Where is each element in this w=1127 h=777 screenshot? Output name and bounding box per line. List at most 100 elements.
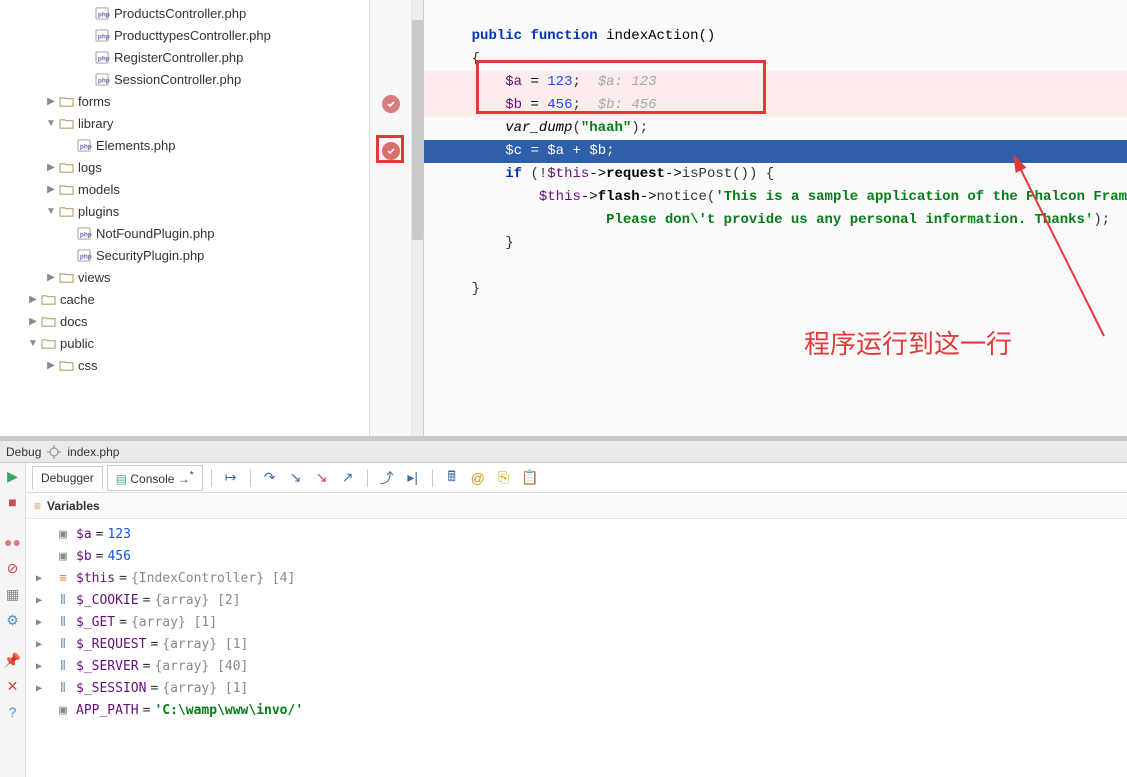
- code-line[interactable]: public function indexAction(): [424, 25, 1127, 48]
- run-to-cursor-icon[interactable]: ▸|: [402, 467, 424, 489]
- php-file-icon: php: [94, 72, 110, 86]
- tree-folder[interactable]: ▶docs: [0, 310, 369, 332]
- chevron-icon[interactable]: ▶: [44, 360, 58, 371]
- variable-row[interactable]: ▶≡$this = {IndexController} [4]: [26, 567, 1127, 589]
- tree-label: css: [78, 358, 98, 373]
- more-icon[interactable]: 📋: [519, 467, 541, 489]
- tree-label: models: [78, 182, 120, 197]
- view-breakpoints-icon[interactable]: ●●: [4, 533, 22, 551]
- tab-console[interactable]: ▤ Console →*: [107, 465, 203, 491]
- tree-file[interactable]: phpProducttypesController.php: [0, 24, 369, 46]
- settings-icon[interactable]: ⚙: [4, 611, 22, 629]
- folder-icon: [58, 358, 74, 372]
- variable-row[interactable]: ▶⦀$_REQUEST = {array} [1]: [26, 633, 1127, 655]
- code-line[interactable]: {: [424, 48, 1127, 71]
- tree-folder[interactable]: ▶views: [0, 266, 369, 288]
- variables-list[interactable]: ▣$a = 123▣$b = 456▶≡$this = {IndexContro…: [26, 519, 1127, 777]
- variable-row[interactable]: ▶⦀$_GET = {array} [1]: [26, 611, 1127, 633]
- step-out-icon[interactable]: ↗: [337, 467, 359, 489]
- chevron-icon[interactable]: ▶: [44, 272, 58, 283]
- chevron-icon[interactable]: ▶: [36, 595, 50, 606]
- code-line[interactable]: $this->flash->notice('This is a sample a…: [424, 186, 1127, 209]
- variable-name: $b: [76, 549, 92, 564]
- tree-file[interactable]: php SecurityPlugin.php: [0, 244, 369, 266]
- tree-label: public: [60, 336, 94, 351]
- php-file-icon: php: [76, 248, 92, 262]
- tree-file[interactable]: phpElements.php: [0, 134, 369, 156]
- chevron-icon[interactable]: ▶: [36, 617, 50, 628]
- variable-type-icon: ⦀: [54, 659, 72, 674]
- code-line[interactable]: $a = 123; $a: 123: [424, 71, 1127, 94]
- chevron-icon[interactable]: ▶: [36, 661, 50, 672]
- chevron-icon[interactable]: ▼: [44, 206, 58, 217]
- chevron-icon[interactable]: ▶: [26, 316, 40, 327]
- variable-row[interactable]: ▣APP_PATH = 'C:\wamp\www\invo/': [26, 699, 1127, 721]
- mute-breakpoints-icon[interactable]: ⊘: [4, 559, 22, 577]
- code-line[interactable]: if (!$this->request->isPost()) {: [424, 163, 1127, 186]
- tree-folder[interactable]: ▶cache: [0, 288, 369, 310]
- tree-folder[interactable]: ▶ models: [0, 178, 369, 200]
- drop-frame-icon[interactable]: ⤴: [376, 467, 398, 489]
- tree-folder[interactable]: ▼ public: [0, 332, 369, 354]
- tab-debugger[interactable]: Debugger: [32, 466, 103, 490]
- tree-folder[interactable]: ▶logs: [0, 156, 369, 178]
- code-line[interactable]: $c = $a + $b;: [424, 140, 1127, 163]
- code-line[interactable]: }: [424, 278, 1127, 301]
- chevron-icon[interactable]: ▶: [36, 573, 50, 584]
- tree-folder[interactable]: ▼library: [0, 112, 369, 134]
- code-line[interactable]: var_dump("haah");: [424, 117, 1127, 140]
- variables-icon: ≡: [34, 499, 41, 513]
- tree-label: forms: [78, 94, 111, 109]
- chevron-icon[interactable]: ▶: [36, 683, 50, 694]
- force-step-into-icon[interactable]: ↘: [311, 467, 333, 489]
- pin-icon[interactable]: 📌: [4, 651, 22, 669]
- variable-row[interactable]: ▣$b = 456: [26, 545, 1127, 567]
- code-line[interactable]: [424, 255, 1127, 278]
- code-line[interactable]: }: [424, 232, 1127, 255]
- gutter[interactable]: [370, 0, 412, 436]
- code-line[interactable]: $b = 456; $b: 456: [424, 94, 1127, 117]
- variable-row[interactable]: ▣$a = 123: [26, 523, 1127, 545]
- code-line[interactable]: Please don\'t provide us any personal in…: [424, 209, 1127, 232]
- step-over-icon[interactable]: ↷: [259, 467, 281, 489]
- breakpoint-icon[interactable]: [382, 95, 400, 113]
- tree-folder[interactable]: ▼plugins: [0, 200, 369, 222]
- debug-side-toolbar[interactable]: ▶ ■ ●● ⊘ ▦ ⚙ 📌 ✕ ?: [0, 463, 26, 777]
- tree-folder[interactable]: ▶ forms: [0, 90, 369, 112]
- variable-value: {array} [1]: [162, 637, 248, 652]
- evaluate-icon[interactable]: 🖩: [441, 467, 463, 489]
- chevron-icon[interactable]: ▼: [44, 118, 58, 129]
- step-into-icon[interactable]: ↘: [285, 467, 307, 489]
- tree-file[interactable]: phpSessionController.php: [0, 68, 369, 90]
- watch-icon[interactable]: @: [467, 467, 489, 489]
- help-icon[interactable]: ?: [4, 703, 22, 721]
- chevron-icon[interactable]: ▶: [36, 639, 50, 650]
- code-editor[interactable]: 程序运行到这一行 public function indexAction() {…: [424, 0, 1127, 436]
- variable-row[interactable]: ▶⦀$_SESSION = {array} [1]: [26, 677, 1127, 699]
- toggle-icon[interactable]: ⎘: [493, 467, 515, 489]
- project-tree[interactable]: phpProductsController.phpphpProducttypes…: [0, 0, 370, 436]
- chevron-icon[interactable]: ▶: [44, 162, 58, 173]
- chevron-icon[interactable]: ▶: [44, 184, 58, 195]
- tree-file[interactable]: phpProductsController.php: [0, 2, 369, 24]
- tree-label: SecurityPlugin.php: [96, 248, 204, 263]
- chevron-icon[interactable]: ▶: [26, 294, 40, 305]
- code-line[interactable]: [424, 2, 1127, 25]
- debug-label: Debug: [6, 445, 41, 459]
- chevron-icon[interactable]: ▶: [44, 96, 58, 107]
- debug-toolbar[interactable]: Debugger ▤ Console →* ↦ ↷ ↘ ↘ ↗ ⤴ ▸| 🖩 @…: [26, 463, 1127, 493]
- tree-folder[interactable]: ▶ css: [0, 354, 369, 376]
- editor-scrollbar[interactable]: [412, 0, 424, 436]
- show-execution-point-icon[interactable]: ↦: [220, 467, 242, 489]
- variable-row[interactable]: ▶⦀$_COOKIE = {array} [2]: [26, 589, 1127, 611]
- editor-wrap: 程序运行到这一行 public function indexAction() {…: [370, 0, 1127, 436]
- resume-icon[interactable]: ▶: [4, 467, 22, 485]
- tree-file[interactable]: phpRegisterController.php: [0, 46, 369, 68]
- breakpoint-highlight-box: [376, 135, 404, 163]
- layout-icon[interactable]: ▦: [4, 585, 22, 603]
- chevron-icon[interactable]: ▼: [26, 338, 40, 349]
- stop-icon[interactable]: ■: [4, 493, 22, 511]
- variable-row[interactable]: ▶⦀$_SERVER = {array} [40]: [26, 655, 1127, 677]
- tree-file[interactable]: phpNotFoundPlugin.php: [0, 222, 369, 244]
- close-icon[interactable]: ✕: [4, 677, 22, 695]
